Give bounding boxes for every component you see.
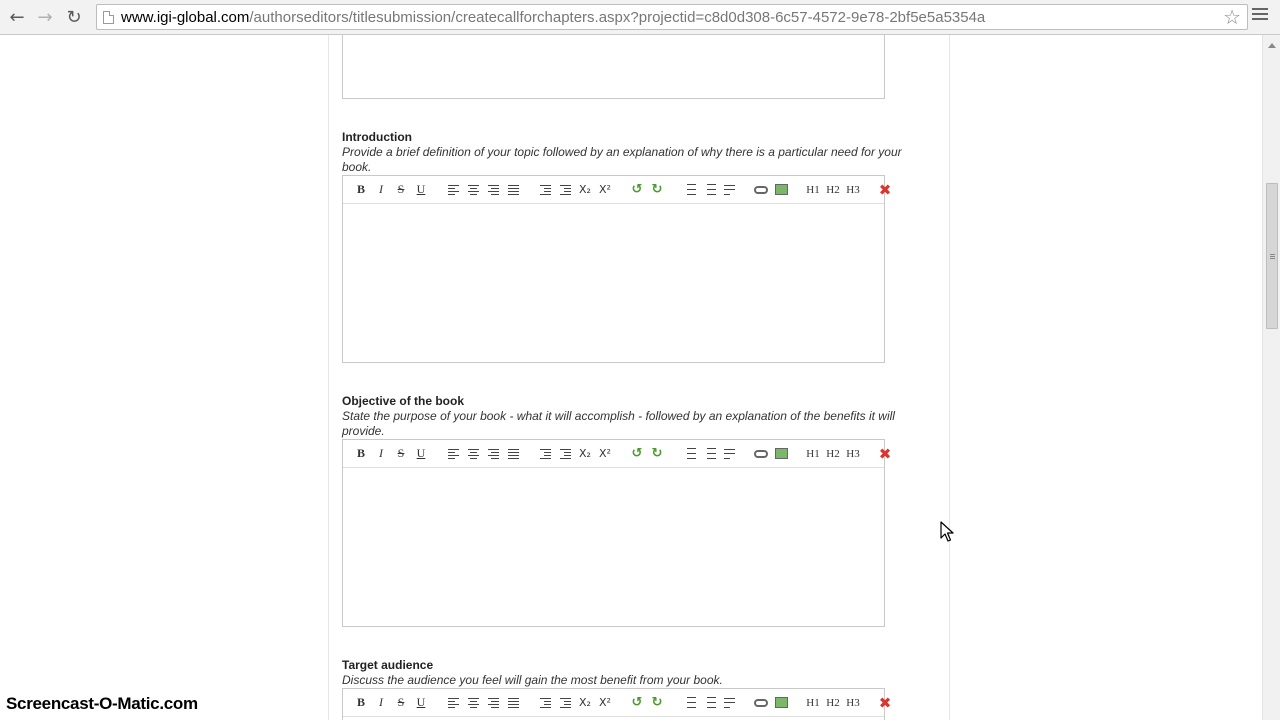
editor-toolbar: B I S U X₂ X² ↺ ↻ H1 H2 H3 ✖ bbox=[343, 689, 891, 717]
url-path: /authorseditors/titlesubmission/createca… bbox=[249, 9, 986, 26]
introduction-editor[interactable]: B I S U X₂ X² ↺ ↻ H1 H2 H3 ✖ bbox=[342, 175, 891, 363]
underline-button[interactable]: U bbox=[411, 693, 431, 713]
scroll-up-arrow-icon[interactable] bbox=[1268, 43, 1276, 48]
subscript-button[interactable]: X₂ bbox=[575, 180, 595, 200]
target-audience-editor[interactable]: B I S U X₂ X² ↺ ↻ H1 H2 H3 ✖ bbox=[342, 688, 891, 720]
image-icon[interactable] bbox=[771, 444, 791, 464]
paragraph-format-icon[interactable] bbox=[719, 180, 739, 200]
align-left-icon[interactable] bbox=[443, 693, 463, 713]
scrollbar-thumb[interactable] bbox=[1266, 183, 1278, 329]
outdent-icon[interactable] bbox=[555, 444, 575, 464]
align-left-icon[interactable] bbox=[443, 180, 463, 200]
section-desc-objective: State the purpose of your book - what it… bbox=[342, 409, 895, 438]
paragraph-format-icon[interactable] bbox=[719, 444, 739, 464]
section-desc-introduction: Provide a brief definition of your topic… bbox=[342, 145, 902, 174]
page-icon bbox=[103, 11, 114, 24]
indent-icon[interactable] bbox=[535, 444, 555, 464]
unordered-list-icon[interactable] bbox=[699, 693, 719, 713]
align-right-icon[interactable] bbox=[483, 444, 503, 464]
underline-button[interactable]: U bbox=[411, 180, 431, 200]
ordered-list-icon[interactable] bbox=[679, 180, 699, 200]
unordered-list-icon[interactable] bbox=[699, 444, 719, 464]
align-left-icon[interactable] bbox=[443, 444, 463, 464]
underline-button[interactable]: U bbox=[411, 444, 431, 464]
link-icon[interactable] bbox=[751, 180, 771, 200]
undo-icon[interactable]: ↺ bbox=[627, 180, 647, 200]
browser-toolbar: ← → ↻ www.igi-global.com/authorseditors/… bbox=[0, 0, 1280, 35]
italic-button[interactable]: I bbox=[371, 444, 391, 464]
outdent-icon[interactable] bbox=[555, 693, 575, 713]
outdent-icon[interactable] bbox=[555, 180, 575, 200]
link-icon[interactable] bbox=[751, 444, 771, 464]
image-icon[interactable] bbox=[771, 180, 791, 200]
mouse-cursor-icon bbox=[940, 521, 954, 542]
heading3-button[interactable]: H3 bbox=[843, 180, 863, 200]
editor-toolbar: B I S U X₂ X² ↺ ↻ H1 H2 H3 ✖ bbox=[343, 176, 891, 204]
editor-toolbar: B I S U X₂ X² ↺ ↻ H1 H2 H3 ✖ bbox=[343, 440, 891, 468]
image-icon[interactable] bbox=[771, 693, 791, 713]
align-center-icon[interactable] bbox=[463, 693, 483, 713]
heading3-button[interactable]: H3 bbox=[843, 693, 863, 713]
page-scrollbar[interactable] bbox=[1262, 35, 1280, 720]
bold-button[interactable]: B bbox=[351, 444, 371, 464]
section-title-introduction: Introduction bbox=[342, 130, 412, 144]
redo-icon[interactable]: ↻ bbox=[647, 693, 667, 713]
strikethrough-button[interactable]: S bbox=[391, 180, 411, 200]
previous-editor-area[interactable] bbox=[342, 35, 885, 99]
section-title-objective: Objective of the book bbox=[342, 394, 465, 408]
heading2-button[interactable]: H2 bbox=[823, 180, 843, 200]
align-justify-icon[interactable] bbox=[503, 180, 523, 200]
undo-icon[interactable]: ↺ bbox=[627, 693, 647, 713]
redo-icon[interactable]: ↻ bbox=[647, 444, 667, 464]
align-right-icon[interactable] bbox=[483, 180, 503, 200]
indent-icon[interactable] bbox=[535, 693, 555, 713]
section-title-target-audience: Target audience bbox=[342, 658, 434, 672]
subscript-button[interactable]: X₂ bbox=[575, 444, 595, 464]
url-text[interactable]: www.igi-global.com/authorseditors/titles… bbox=[121, 9, 985, 26]
bold-button[interactable]: B bbox=[351, 693, 371, 713]
subscript-button[interactable]: X₂ bbox=[575, 693, 595, 713]
undo-icon[interactable]: ↺ bbox=[627, 444, 647, 464]
superscript-button[interactable]: X² bbox=[595, 180, 615, 200]
clear-formatting-icon[interactable]: ✖ bbox=[875, 180, 895, 200]
ordered-list-icon[interactable] bbox=[679, 693, 699, 713]
screencast-watermark: Screencast-O-Matic.com bbox=[6, 694, 198, 713]
heading2-button[interactable]: H2 bbox=[823, 693, 843, 713]
bold-button[interactable]: B bbox=[351, 180, 371, 200]
back-icon[interactable]: ← bbox=[5, 5, 29, 29]
reload-icon[interactable]: ↻ bbox=[62, 5, 86, 29]
section-desc-target-audience: Discuss the audience you feel will gain … bbox=[342, 673, 723, 687]
heading1-button[interactable]: H1 bbox=[803, 180, 823, 200]
objective-editor[interactable]: B I S U X₂ X² ↺ ↻ H1 H2 H3 ✖ bbox=[342, 439, 891, 627]
align-justify-icon[interactable] bbox=[503, 693, 523, 713]
align-right-icon[interactable] bbox=[483, 693, 503, 713]
link-icon[interactable] bbox=[751, 693, 771, 713]
align-center-icon[interactable] bbox=[463, 444, 483, 464]
heading1-button[interactable]: H1 bbox=[803, 693, 823, 713]
superscript-button[interactable]: X² bbox=[595, 693, 615, 713]
redo-icon[interactable]: ↻ bbox=[647, 180, 667, 200]
paragraph-format-icon[interactable] bbox=[719, 693, 739, 713]
italic-button[interactable]: I bbox=[371, 693, 391, 713]
align-center-icon[interactable] bbox=[463, 180, 483, 200]
ordered-list-icon[interactable] bbox=[679, 444, 699, 464]
unordered-list-icon[interactable] bbox=[699, 180, 719, 200]
italic-button[interactable]: I bbox=[371, 180, 391, 200]
hamburger-menu-icon[interactable] bbox=[1252, 8, 1268, 24]
align-justify-icon[interactable] bbox=[503, 444, 523, 464]
clear-formatting-icon[interactable]: ✖ bbox=[875, 444, 895, 464]
forward-icon[interactable]: → bbox=[33, 5, 57, 29]
address-bar[interactable]: www.igi-global.com/authorseditors/titles… bbox=[96, 4, 1248, 30]
url-host: www.igi-global.com bbox=[121, 9, 250, 26]
heading2-button[interactable]: H2 bbox=[823, 444, 843, 464]
heading1-button[interactable]: H1 bbox=[803, 444, 823, 464]
superscript-button[interactable]: X² bbox=[595, 444, 615, 464]
clear-formatting-icon[interactable]: ✖ bbox=[875, 693, 895, 713]
grip-icon bbox=[1270, 254, 1275, 260]
strikethrough-button[interactable]: S bbox=[391, 693, 411, 713]
heading3-button[interactable]: H3 bbox=[843, 444, 863, 464]
strikethrough-button[interactable]: S bbox=[391, 444, 411, 464]
star-icon[interactable]: ☆ bbox=[1223, 5, 1241, 29]
indent-icon[interactable] bbox=[535, 180, 555, 200]
